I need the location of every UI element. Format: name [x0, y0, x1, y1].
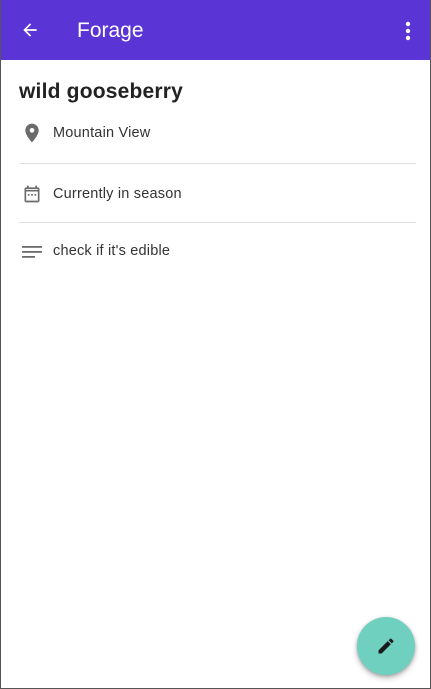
location-row: Mountain View	[19, 120, 416, 146]
season-row: Currently in season	[19, 181, 416, 207]
edit-pencil-icon	[378, 638, 394, 654]
divider	[19, 222, 416, 223]
season-text: Currently in season	[53, 186, 182, 202]
calendar-icon	[19, 181, 45, 207]
notes-icon	[19, 238, 45, 264]
edit-fab-button[interactable]	[357, 617, 415, 675]
divider	[19, 163, 416, 164]
notes-row: check if it's edible	[19, 238, 416, 264]
location-text: Mountain View	[53, 125, 151, 141]
item-title: wild gooseberry	[19, 80, 184, 103]
arrow-back-icon	[23, 23, 37, 37]
location-pin-icon	[19, 120, 45, 146]
notes-text: check if it's edible	[53, 243, 171, 259]
app-title: Forage	[77, 19, 144, 42]
app-bar: Forage	[1, 0, 430, 60]
back-button[interactable]	[15, 15, 45, 45]
more-vert-icon	[405, 21, 411, 41]
more-options-button[interactable]	[396, 17, 420, 45]
